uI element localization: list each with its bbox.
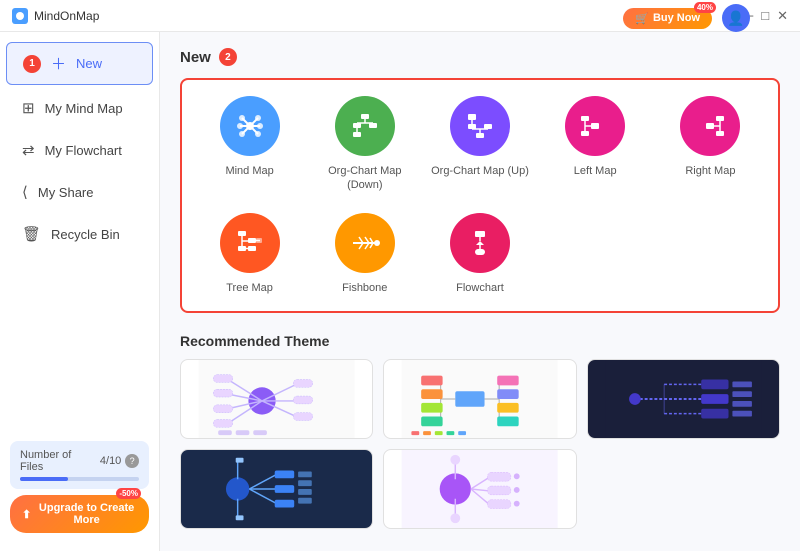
trash-icon: 🗑 xyxy=(22,225,41,243)
sidebar: 1 ＋ New ⊞ My Mind Map ⇄ My Flowchart ⟨ M… xyxy=(0,32,160,551)
sidebar-item-new-label: New xyxy=(76,56,102,71)
sidebar-item-my-share[interactable]: ⟨ My Share xyxy=(6,173,153,211)
buy-now-label: Buy Now xyxy=(653,12,700,24)
upgrade-button[interactable]: ⬆ Upgrade to Create More -50% xyxy=(10,495,149,533)
sidebar-item-my-mind-map[interactable]: ⊞ My Mind Map xyxy=(6,89,153,127)
titlebar: MindOnMap ☰ ─ □ ✕ 🛒 Buy Now 40% 👤 xyxy=(0,0,800,32)
buy-now-badge: 40% xyxy=(694,2,716,13)
sidebar-item-new[interactable]: 1 ＋ New xyxy=(6,42,153,85)
left-map-label: Left Map xyxy=(574,164,617,178)
theme-card-5[interactable] xyxy=(383,449,576,529)
titlebar-left: MindOnMap xyxy=(12,8,99,24)
org-chart-down-circle xyxy=(335,96,395,156)
files-progress-bar-bg xyxy=(20,477,139,481)
map-item-right-map[interactable]: Right Map xyxy=(659,96,762,193)
sidebar-item-my-mind-map-label: My Mind Map xyxy=(45,101,123,116)
map-item-fishbone[interactable]: Fishbone xyxy=(313,213,416,295)
org-chart-down-label: Org-Chart Map (Down) xyxy=(313,164,416,193)
theme-grid xyxy=(180,359,780,529)
tree-map-label: Tree Map xyxy=(226,281,273,295)
mind-map-label: Mind Map xyxy=(225,164,273,178)
info-icon[interactable]: ? xyxy=(125,454,139,468)
fishbone-label: Fishbone xyxy=(342,281,387,295)
maps-grid: Mind Map xyxy=(198,96,762,295)
map-item-flowchart[interactable]: Flowchart xyxy=(428,213,531,295)
theme-card-4[interactable] xyxy=(180,449,373,529)
mind-map-icon: ⊞ xyxy=(22,99,35,117)
sidebar-item-my-flowchart[interactable]: ⇄ My Flowchart xyxy=(6,131,153,169)
upgrade-label: Upgrade to Create More xyxy=(36,502,137,526)
main-layout: 1 ＋ New ⊞ My Mind Map ⇄ My Flowchart ⟨ M… xyxy=(0,32,800,551)
upgrade-section: Number of Files 4/10 ? ⬆ Upgrade to Crea… xyxy=(0,431,159,543)
flowchart-circle xyxy=(450,213,510,273)
map-item-org-chart-down[interactable]: Org-Chart Map (Down) xyxy=(313,96,416,193)
map-item-org-chart-up[interactable]: Org-Chart Map (Up) xyxy=(428,96,531,193)
maximize-icon[interactable]: □ xyxy=(761,8,769,24)
theme-card-1[interactable] xyxy=(180,359,373,439)
plus-icon: ＋ xyxy=(51,53,66,74)
user-avatar[interactable]: 👤 xyxy=(722,4,750,32)
share-icon: ⟨ xyxy=(22,183,28,201)
close-icon[interactable]: ✕ xyxy=(777,8,788,24)
content-area: New 2 xyxy=(160,32,800,551)
tree-map-circle xyxy=(220,213,280,273)
theme-card-3[interactable] xyxy=(587,359,780,439)
user-icon: 👤 xyxy=(727,10,744,27)
flowchart-label: Flowchart xyxy=(456,281,504,295)
sidebar-item-my-flowchart-label: My Flowchart xyxy=(45,143,122,158)
recommended-theme-title: Recommended Theme xyxy=(180,333,780,349)
upgrade-icon: ⬆ xyxy=(22,508,31,521)
sidebar-item-recycle-bin-label: Recycle Bin xyxy=(51,227,120,242)
theme-card-2[interactable] xyxy=(383,359,576,439)
cart-icon: 🛒 xyxy=(635,12,649,25)
new-section-badge: 2 xyxy=(219,48,237,66)
buy-now-button[interactable]: 🛒 Buy Now 40% xyxy=(623,8,712,29)
org-chart-up-label: Org-Chart Map (Up) xyxy=(431,164,529,178)
fishbone-circle xyxy=(335,213,395,273)
flowchart-icon: ⇄ xyxy=(22,141,35,159)
right-map-circle xyxy=(680,96,740,156)
app-logo xyxy=(12,8,28,24)
files-progress-bar xyxy=(20,477,68,481)
files-count: 4/10 xyxy=(100,455,121,467)
sidebar-item-recycle-bin[interactable]: 🗑 Recycle Bin xyxy=(6,215,153,253)
files-info: Number of Files 4/10 ? xyxy=(10,441,149,489)
map-item-left-map[interactable]: Left Map xyxy=(544,96,647,193)
files-label-text: Number of Files xyxy=(20,449,96,473)
new-section-title: New xyxy=(180,49,211,66)
left-map-circle xyxy=(565,96,625,156)
map-item-mind-map[interactable]: Mind Map xyxy=(198,96,301,193)
right-map-label: Right Map xyxy=(685,164,735,178)
maps-grid-container: Mind Map xyxy=(180,78,780,313)
map-item-tree-map[interactable]: Tree Map xyxy=(198,213,301,295)
org-chart-up-circle xyxy=(450,96,510,156)
upgrade-badge: -50% xyxy=(116,488,141,499)
sidebar-item-my-share-label: My Share xyxy=(38,185,94,200)
new-badge: 1 xyxy=(23,55,41,73)
mind-map-circle xyxy=(220,96,280,156)
app-name: MindOnMap xyxy=(34,9,99,23)
new-section-header: New 2 xyxy=(180,48,780,66)
